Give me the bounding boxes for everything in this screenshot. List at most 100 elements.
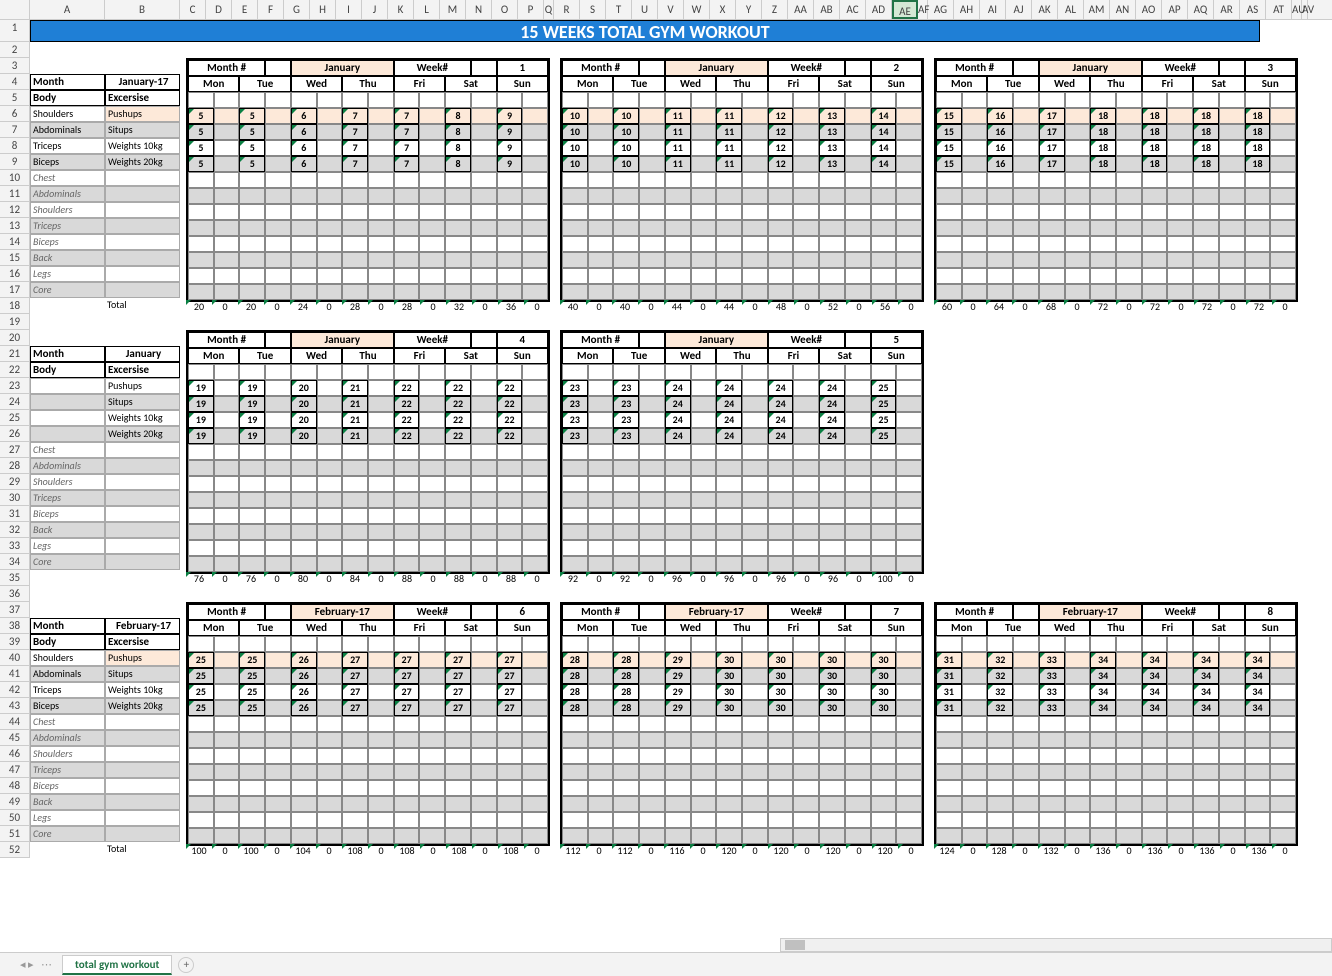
row-header-29[interactable]: 29	[0, 474, 30, 490]
col-header-AA[interactable]: AA	[788, 0, 814, 19]
row-header-44[interactable]: 44	[0, 714, 30, 730]
col-header-H[interactable]: H	[310, 0, 336, 19]
row-header-35[interactable]: 35	[0, 570, 30, 586]
col-header-AU[interactable]: AU	[1292, 0, 1302, 19]
row-header-19[interactable]: 19	[0, 314, 30, 330]
row-header-30[interactable]: 30	[0, 490, 30, 506]
row-header-3[interactable]: 3	[0, 58, 30, 74]
col-header-AV[interactable]: AV	[1302, 0, 1308, 19]
col-header-AJ[interactable]: AJ	[1006, 0, 1032, 19]
row-header-48[interactable]: 48	[0, 778, 30, 794]
col-header-L[interactable]: L	[414, 0, 440, 19]
col-header-M[interactable]: M	[440, 0, 466, 19]
col-header-P[interactable]: P	[518, 0, 544, 19]
col-header-AH[interactable]: AH	[954, 0, 980, 19]
row-header-17[interactable]: 17	[0, 282, 30, 298]
col-header-AT[interactable]: AT	[1266, 0, 1292, 19]
row-header-39[interactable]: 39	[0, 634, 30, 650]
row-header-21[interactable]: 21	[0, 346, 30, 362]
row-header-32[interactable]: 32	[0, 522, 30, 538]
row-header-40[interactable]: 40	[0, 650, 30, 666]
row-header-1[interactable]: 1	[0, 20, 30, 42]
col-header-Q[interactable]: Q	[544, 0, 554, 19]
row-header-9[interactable]: 9	[0, 154, 30, 170]
col-header-J[interactable]: J	[362, 0, 388, 19]
col-header-C[interactable]: C	[180, 0, 206, 19]
row-header-11[interactable]: 11	[0, 186, 30, 202]
row-header-37[interactable]: 37	[0, 602, 30, 618]
row-header-20[interactable]: 20	[0, 330, 30, 346]
col-header-G[interactable]: G	[284, 0, 310, 19]
row-header-36[interactable]: 36	[0, 586, 30, 602]
col-header-AM[interactable]: AM	[1084, 0, 1110, 19]
row-header-5[interactable]: 5	[0, 90, 30, 106]
col-header-X[interactable]: X	[710, 0, 736, 19]
row-header-51[interactable]: 51	[0, 826, 30, 842]
row-header-34[interactable]: 34	[0, 554, 30, 570]
row-header-10[interactable]: 10	[0, 170, 30, 186]
row-header-23[interactable]: 23	[0, 378, 30, 394]
row-header-38[interactable]: 38	[0, 618, 30, 634]
sheet-tab[interactable]: total gym workout	[62, 955, 172, 975]
col-header-AK[interactable]: AK	[1032, 0, 1058, 19]
col-header-D[interactable]: D	[206, 0, 232, 19]
row-header-49[interactable]: 49	[0, 794, 30, 810]
row-header-47[interactable]: 47	[0, 762, 30, 778]
col-header-K[interactable]: K	[388, 0, 414, 19]
col-header-AP[interactable]: AP	[1162, 0, 1188, 19]
grid-area[interactable]: 15 WEEKS TOTAL GYM WORKOUTMonthJanuary-1…	[30, 20, 1332, 858]
col-header-AG[interactable]: AG	[928, 0, 954, 19]
row-header-26[interactable]: 26	[0, 426, 30, 442]
col-header-T[interactable]: T	[606, 0, 632, 19]
col-header-W[interactable]: W	[684, 0, 710, 19]
scrollbar-thumb[interactable]	[785, 940, 805, 950]
row-header-13[interactable]: 13	[0, 218, 30, 234]
col-header-AF[interactable]: AF	[918, 0, 928, 19]
col-header-AD[interactable]: AD	[866, 0, 892, 19]
col-header-O[interactable]: O	[492, 0, 518, 19]
tab-nav-buttons[interactable]: ◂ ▸ ⋯	[20, 958, 52, 971]
row-header-14[interactable]: 14	[0, 234, 30, 250]
col-header-U[interactable]: U	[632, 0, 658, 19]
col-header-Z[interactable]: Z	[762, 0, 788, 19]
col-header-AS[interactable]: AS	[1240, 0, 1266, 19]
row-header-22[interactable]: 22	[0, 362, 30, 378]
row-header-16[interactable]: 16	[0, 266, 30, 282]
col-header-AR[interactable]: AR	[1214, 0, 1240, 19]
row-header-31[interactable]: 31	[0, 506, 30, 522]
row-header-41[interactable]: 41	[0, 666, 30, 682]
row-header-28[interactable]: 28	[0, 458, 30, 474]
row-header-15[interactable]: 15	[0, 250, 30, 266]
row-header-2[interactable]: 2	[0, 42, 30, 58]
row-header-45[interactable]: 45	[0, 730, 30, 746]
row-header-25[interactable]: 25	[0, 410, 30, 426]
col-header-AN[interactable]: AN	[1110, 0, 1136, 19]
col-header-B[interactable]: B	[105, 0, 180, 19]
row-header-24[interactable]: 24	[0, 394, 30, 410]
row-header-6[interactable]: 6	[0, 106, 30, 122]
horizontal-scrollbar[interactable]	[780, 938, 1332, 952]
col-header-I[interactable]: I	[336, 0, 362, 19]
col-header-R[interactable]: R	[554, 0, 580, 19]
col-header-AC[interactable]: AC	[840, 0, 866, 19]
corner-cell[interactable]	[0, 0, 30, 19]
col-header-E[interactable]: E	[232, 0, 258, 19]
col-header-Y[interactable]: Y	[736, 0, 762, 19]
row-header-12[interactable]: 12	[0, 202, 30, 218]
row-header-18[interactable]: 18	[0, 298, 30, 314]
col-header-N[interactable]: N	[466, 0, 492, 19]
col-header-F[interactable]: F	[258, 0, 284, 19]
row-header-8[interactable]: 8	[0, 138, 30, 154]
add-sheet-button[interactable]: +	[178, 957, 194, 973]
col-header-AQ[interactable]: AQ	[1188, 0, 1214, 19]
col-header-AB[interactable]: AB	[814, 0, 840, 19]
col-header-AI[interactable]: AI	[980, 0, 1006, 19]
row-header-27[interactable]: 27	[0, 442, 30, 458]
col-header-S[interactable]: S	[580, 0, 606, 19]
row-header-7[interactable]: 7	[0, 122, 30, 138]
row-header-43[interactable]: 43	[0, 698, 30, 714]
row-header-42[interactable]: 42	[0, 682, 30, 698]
col-header-AL[interactable]: AL	[1058, 0, 1084, 19]
row-header-46[interactable]: 46	[0, 746, 30, 762]
row-header-52[interactable]: 52	[0, 842, 30, 858]
